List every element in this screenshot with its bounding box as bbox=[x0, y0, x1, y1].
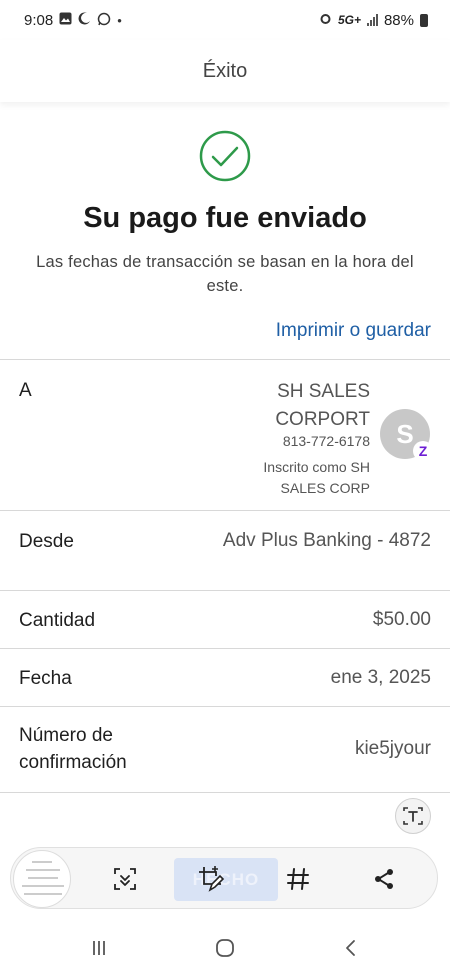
status-bar: 9:08 • 5G+ 88% bbox=[0, 0, 450, 40]
status-time: 9:08 bbox=[24, 11, 54, 29]
page-title: Éxito bbox=[202, 59, 248, 82]
signal-icon bbox=[366, 14, 378, 26]
capture-toolbar: HECHO bbox=[10, 847, 438, 909]
share-button[interactable] bbox=[366, 861, 402, 897]
hashtag-button[interactable] bbox=[280, 861, 316, 897]
recipient-enrolled-as: Inscrito como SH SALES CORP bbox=[263, 459, 370, 496]
zelle-badge-letter: Z bbox=[418, 443, 428, 459]
network-type: 5G+ bbox=[337, 13, 361, 27]
system-nav-bar bbox=[0, 920, 450, 976]
home-icon bbox=[216, 939, 234, 957]
recent-apps-icon bbox=[93, 941, 105, 955]
recipient-label: A bbox=[19, 380, 32, 401]
divider bbox=[0, 359, 450, 360]
divider bbox=[0, 706, 450, 707]
status-bar-right: 5G+ 88% bbox=[319, 12, 428, 29]
scroll-capture-icon bbox=[114, 868, 136, 890]
gallery-icon bbox=[59, 12, 72, 28]
dot-icon: • bbox=[117, 12, 122, 28]
battery-icon bbox=[420, 13, 428, 27]
from-label: Desde bbox=[19, 531, 74, 552]
from-value: Adv Plus Banking - 4872 bbox=[222, 530, 431, 551]
back-button[interactable] bbox=[337, 936, 365, 960]
payment-sent-headline: Su pago fue enviado bbox=[83, 202, 367, 234]
divider bbox=[0, 590, 450, 591]
date-value: ene 3, 2025 bbox=[330, 667, 431, 688]
moon-icon bbox=[78, 12, 91, 28]
screenshot-thumbnail[interactable] bbox=[13, 850, 71, 908]
crop-edit-button[interactable] bbox=[193, 861, 229, 897]
alarm-icon bbox=[319, 12, 332, 28]
app-header: Éxito bbox=[0, 40, 450, 102]
confirmation-label: Número de confirmación bbox=[19, 725, 127, 773]
whatsapp-icon bbox=[97, 12, 111, 29]
screen: 9:08 • 5G+ 88% Éxito Su pago fue enviado… bbox=[0, 0, 450, 976]
crop-edit-icon bbox=[199, 866, 225, 892]
recipient-phone: 813-772-6178 bbox=[282, 433, 370, 449]
success-check-icon bbox=[199, 130, 251, 182]
timezone-note: Las fechas de transacción se basan en la… bbox=[36, 253, 414, 295]
date-label: Fecha bbox=[19, 668, 72, 689]
confirmation-value: kie5jyour bbox=[354, 738, 431, 759]
divider bbox=[0, 792, 450, 793]
divider bbox=[0, 648, 450, 649]
recent-apps-button[interactable] bbox=[85, 936, 113, 960]
extract-text-button[interactable] bbox=[395, 798, 431, 834]
status-bar-left: 9:08 • bbox=[24, 12, 122, 29]
battery-percent: 88% bbox=[383, 11, 414, 29]
recipient-name: SH SALES CORPORT bbox=[275, 381, 370, 430]
hashtag-icon bbox=[287, 868, 309, 890]
home-button[interactable] bbox=[211, 936, 239, 960]
amount-value: $50.00 bbox=[372, 609, 431, 630]
avatar-initial: S bbox=[396, 418, 414, 449]
back-chevron-icon bbox=[346, 940, 355, 956]
print-or-save-link[interactable]: Imprimir o guardar bbox=[276, 320, 431, 342]
text-extract-icon bbox=[403, 807, 423, 825]
amount-label: Cantidad bbox=[19, 610, 96, 631]
share-icon bbox=[375, 869, 393, 889]
divider bbox=[0, 510, 450, 511]
scroll-capture-button[interactable] bbox=[107, 861, 143, 897]
zelle-badge-icon: Z bbox=[413, 441, 433, 461]
